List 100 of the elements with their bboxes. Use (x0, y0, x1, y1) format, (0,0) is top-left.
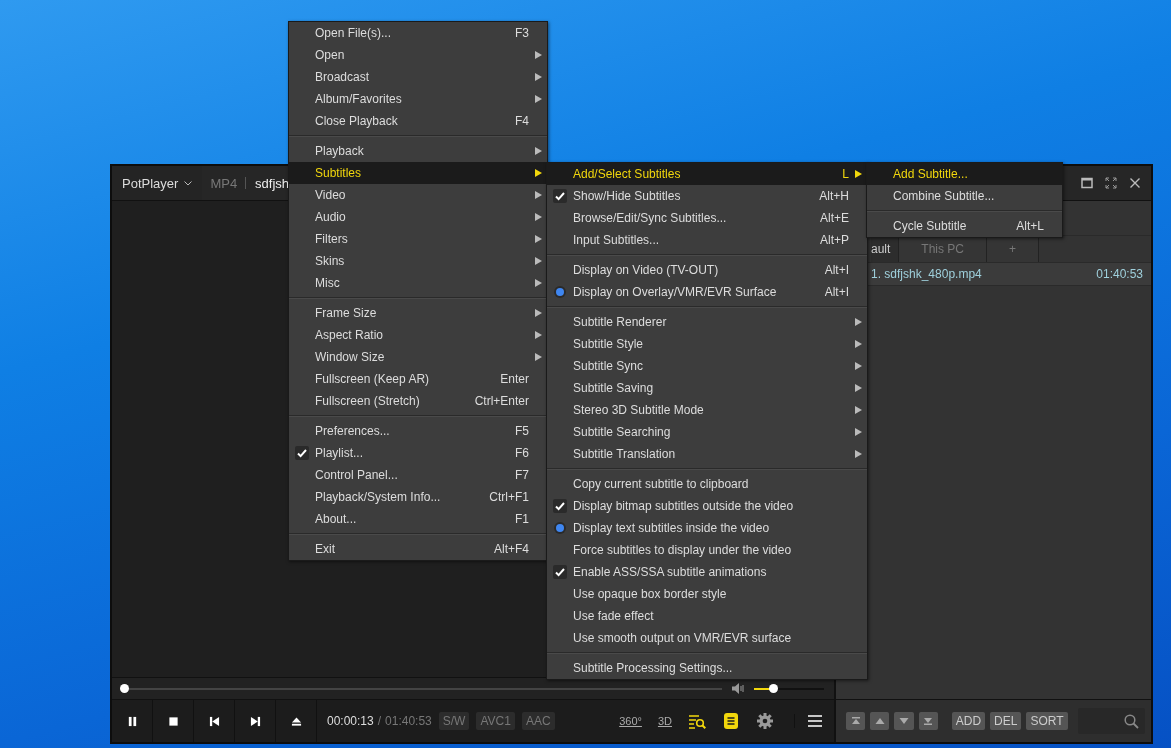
menu-item[interactable]: Video (289, 184, 547, 206)
menu-item[interactable]: Add/Select Subtitles L (547, 163, 867, 185)
menu-item[interactable]: Control Panel... F7 (289, 464, 547, 486)
fullscreen-icon[interactable] (1105, 177, 1117, 189)
total-time: 01:40:53 (385, 714, 432, 728)
search-icon (1124, 713, 1139, 729)
menu-item[interactable]: Close Playback F4 (289, 110, 547, 132)
menu-item[interactable]: Subtitle Style (547, 333, 867, 355)
menu-item[interactable]: Stereo 3D Subtitle Mode (547, 399, 867, 421)
playlist-action-button[interactable]: ADD (951, 712, 986, 730)
menu-item[interactable]: Fullscreen (Keep AR) Enter (289, 368, 547, 390)
menu-item[interactable]: Input Subtitles... Alt+P (547, 229, 867, 251)
menu-item[interactable]: Misc (289, 272, 547, 294)
eject-icon (290, 715, 302, 727)
shortcut-label: Alt+F4 (494, 542, 530, 556)
shortcut-label: Alt+I (824, 285, 850, 299)
playlist-search-icon[interactable] (688, 712, 706, 730)
move-down-button[interactable] (894, 712, 914, 730)
menu-item[interactable]: Display on Video (TV-OUT) Alt+I (547, 259, 867, 281)
shortcut-label: Alt+P (820, 233, 850, 247)
menu-item[interactable]: Display text subtitles inside the video (547, 517, 867, 539)
speaker-icon[interactable] (732, 683, 744, 694)
shortcut-label: Enter (500, 372, 530, 386)
toggle-button[interactable]: 360° (613, 715, 648, 727)
menu-item[interactable]: Add Subtitle... (867, 163, 1062, 185)
menu-item[interactable]: Enable ASS/SSA subtitle animations (547, 561, 867, 583)
next-icon (249, 715, 261, 727)
menu-item[interactable]: Subtitle Renderer (547, 311, 867, 333)
format-label: MP4 (209, 174, 239, 193)
chevron-icon (184, 180, 193, 186)
move-bottom-icon (923, 716, 934, 726)
menu-item[interactable]: Open (289, 44, 547, 66)
codec-badge: S/W (438, 712, 470, 730)
menu-item[interactable]: Exit Alt+F4 (289, 538, 547, 560)
close-icon[interactable] (1129, 177, 1141, 189)
codec-badge: AAC (521, 712, 555, 730)
shortcut-label: F6 (515, 446, 530, 460)
move-up-icon (874, 716, 885, 726)
file-duration: 01:40:53 (1096, 267, 1143, 281)
shortcut-label: F5 (515, 424, 530, 438)
menu-item[interactable]: Use smooth output on VMR/EVR surface (547, 627, 867, 649)
subtitle-icon[interactable] (722, 712, 740, 730)
menu-item[interactable]: Subtitles (289, 162, 547, 184)
move-top-button[interactable] (846, 712, 866, 730)
menu-item[interactable]: Subtitle Translation (547, 443, 867, 465)
move-bottom-button[interactable] (918, 712, 938, 730)
menu-item[interactable]: Playback (289, 140, 547, 162)
shortcut-label: Ctrl+Enter (474, 394, 530, 408)
move-up-button[interactable] (870, 712, 890, 730)
menu-item[interactable]: Frame Size (289, 302, 547, 324)
menu-item[interactable]: Use opaque box border style (547, 583, 867, 605)
menu-item[interactable]: Open File(s)... F3 (289, 22, 547, 44)
menu-item[interactable]: Album/Favorites (289, 88, 547, 110)
menu-item[interactable]: Copy current subtitle to clipboard (547, 473, 867, 495)
codec-badge: AVC1 (476, 712, 515, 730)
menu-item[interactable]: Cycle Subtitle Alt+L (867, 215, 1062, 237)
menu-icon (807, 715, 822, 727)
menu-item[interactable]: Skins (289, 250, 547, 272)
playlist-action-button[interactable]: SORT (1026, 712, 1068, 730)
playlist-action-button[interactable]: DEL (990, 712, 1022, 730)
menu-item[interactable]: Subtitle Sync (547, 355, 867, 377)
menu-item[interactable]: Playback/System Info... Ctrl+F1 (289, 486, 547, 508)
menu-item[interactable]: Preferences... F5 (289, 420, 547, 442)
menu-item[interactable]: Aspect Ratio (289, 324, 547, 346)
menu-item[interactable]: Subtitle Processing Settings... (547, 657, 867, 679)
menu-item[interactable]: Audio (289, 206, 547, 228)
menu-item[interactable]: Show/Hide Subtitles Alt+H (547, 185, 867, 207)
previous-icon (208, 715, 220, 727)
menu-item[interactable]: Combine Subtitle... (867, 185, 1062, 207)
settings-icon[interactable] (756, 712, 774, 730)
playlist-tab[interactable]: ault (871, 236, 900, 262)
menu-item[interactable]: Browse/Edit/Sync Subtitles... Alt+E (547, 207, 867, 229)
playlist-row[interactable]: 1. sdfjshk_480p.mp4 01:40:53 (868, 263, 1151, 286)
menu-item[interactable]: Display bitmap subtitles outside the video (547, 495, 867, 517)
menu-item[interactable]: Playlist... F6 (289, 442, 547, 464)
shortcut-label: F3 (515, 26, 530, 40)
menu-item[interactable]: Window Size (289, 346, 547, 368)
menu-item[interactable]: Fullscreen (Stretch) Ctrl+Enter (289, 390, 547, 412)
search-field[interactable] (1077, 708, 1145, 734)
menu-item[interactable]: Subtitle Searching (547, 421, 867, 443)
shortcut-label: Alt+L (1016, 219, 1045, 233)
shortcut-label: Ctrl+F1 (489, 490, 530, 504)
menu-item[interactable]: Filters (289, 228, 547, 250)
current-time: 00:00:13 (327, 714, 374, 728)
menu-item[interactable]: Broadcast (289, 66, 547, 88)
volume-slider[interactable] (754, 687, 824, 690)
stop-icon (167, 715, 179, 727)
menu-item[interactable]: Display on Overlay/VMR/EVR Surface Alt+I (547, 281, 867, 303)
move-top-icon (850, 716, 861, 726)
menu-item[interactable]: Force subtitles to display under the video (547, 539, 867, 561)
toggle-button[interactable]: 3D (651, 715, 678, 727)
move-down-icon (899, 716, 910, 726)
window-title: sdfjsh (254, 174, 291, 193)
shortcut-label: F7 (515, 468, 530, 482)
menu-item[interactable]: Subtitle Saving (547, 377, 867, 399)
maximize-icon[interactable] (1081, 177, 1093, 189)
menu-item[interactable]: About... F1 (289, 508, 547, 530)
shortcut-label: F1 (515, 512, 530, 526)
menu-item[interactable]: Use fade effect (547, 605, 867, 627)
shortcut-label: Alt+H (819, 189, 850, 203)
